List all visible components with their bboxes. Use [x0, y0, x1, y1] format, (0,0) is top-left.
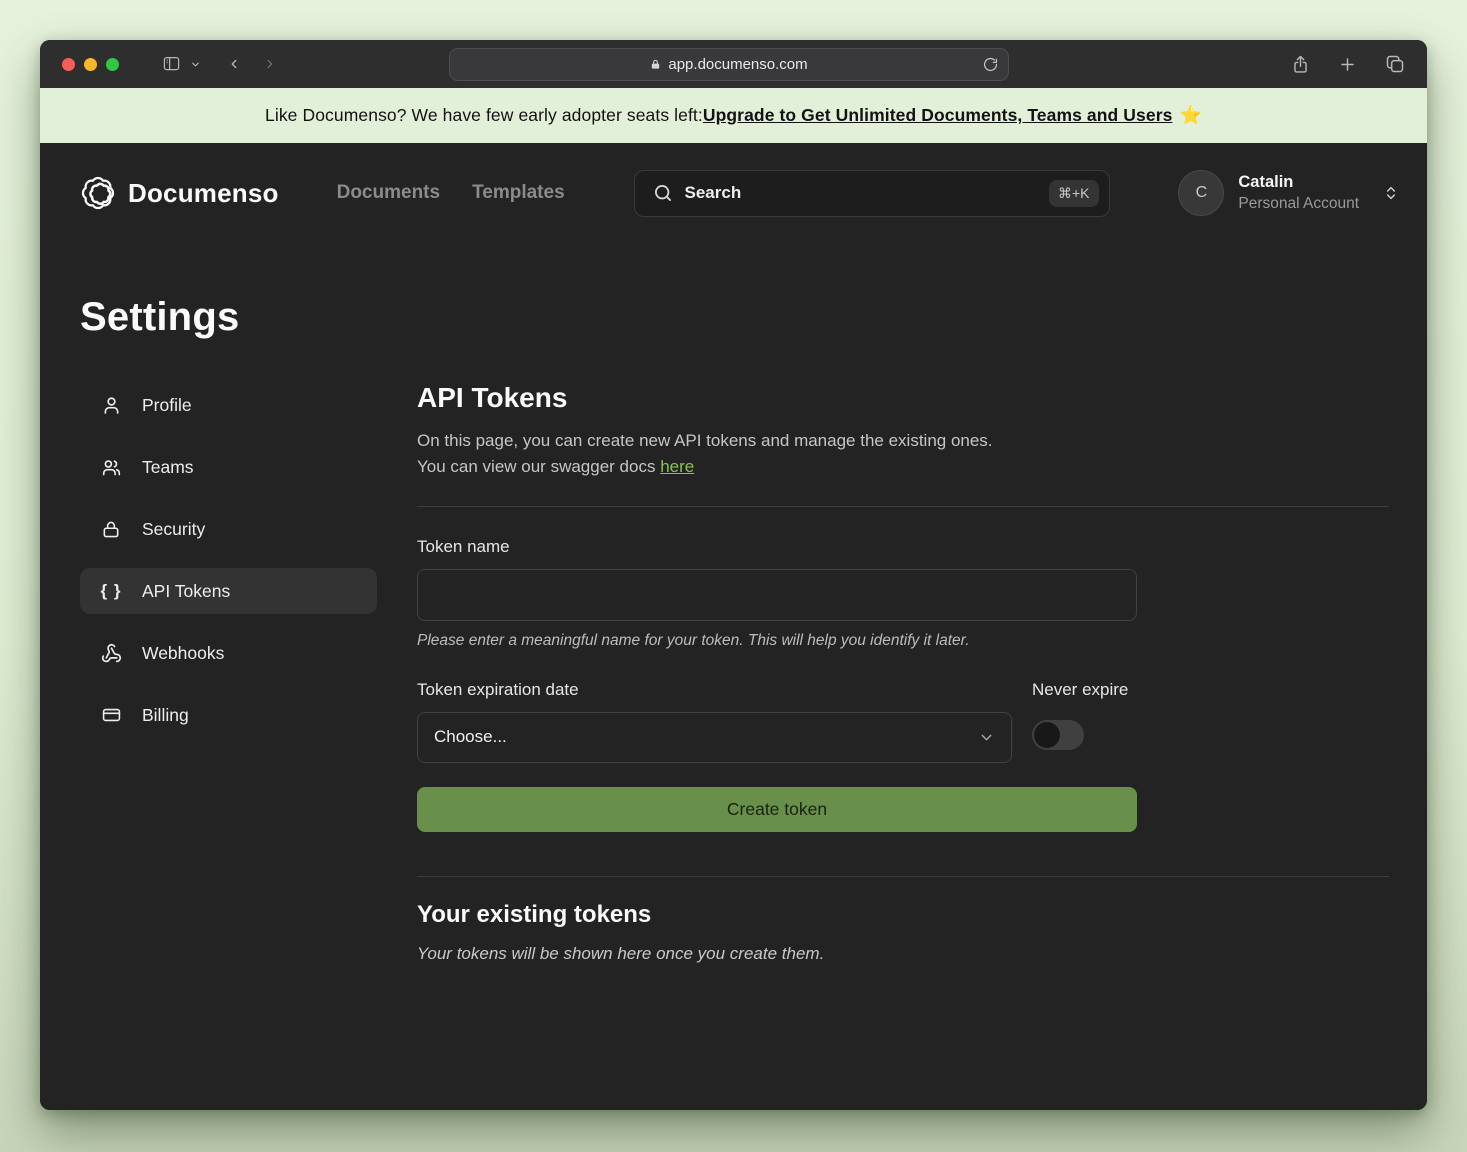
browser-toolbar: app.documenso.com	[40, 40, 1427, 88]
description-line1: On this page, you can create new API tok…	[417, 428, 1389, 454]
token-name-hint: Please enter a meaningful name for your …	[417, 632, 1137, 650]
app-header: Documenso Documents Templates Search ⌘+K…	[40, 143, 1427, 243]
divider	[417, 876, 1389, 877]
minimize-window-button[interactable]	[84, 58, 97, 71]
sidebar-item-security[interactable]: Security	[80, 506, 377, 552]
avatar: C	[1178, 170, 1224, 216]
zoom-window-button[interactable]	[106, 58, 119, 71]
toggle-knob	[1034, 722, 1060, 748]
account-type: Personal Account	[1238, 194, 1359, 214]
swagger-docs-link[interactable]: here	[660, 457, 694, 476]
traffic-lights	[62, 58, 119, 71]
token-name-label: Token name	[417, 537, 1137, 557]
description-line2: You can view our swagger docs	[417, 457, 660, 476]
search-icon	[653, 183, 673, 203]
sidebar-item-webhooks[interactable]: Webhooks	[80, 630, 377, 676]
nav-documents[interactable]: Documents	[337, 182, 440, 204]
webhook-icon	[100, 643, 122, 664]
reload-icon[interactable]	[983, 57, 998, 72]
promo-text: Like Documenso? We have few early adopte…	[265, 105, 703, 126]
sidebar-item-label: Webhooks	[142, 643, 224, 664]
lock-icon	[100, 519, 122, 540]
tab-overview-icon[interactable]	[1385, 54, 1405, 74]
credit-card-icon	[100, 705, 122, 725]
settings-sidebar: Profile Teams Security	[80, 382, 377, 964]
brand-name: Documenso	[128, 178, 279, 209]
existing-tokens-empty-text: Your tokens will be shown here once you …	[417, 944, 1389, 964]
close-window-button[interactable]	[62, 58, 75, 71]
chevrons-up-down-icon	[1383, 184, 1399, 202]
sidebar-item-label: Profile	[142, 395, 192, 416]
nav-templates[interactable]: Templates	[472, 182, 565, 204]
sidebar-toggle-icon[interactable]	[161, 55, 182, 73]
search-shortcut-badge: ⌘+K	[1049, 180, 1099, 207]
create-token-button[interactable]: Create token	[417, 787, 1137, 832]
account-menu[interactable]: C Catalin Personal Account	[1178, 170, 1399, 216]
star-icon: ⭐	[1179, 105, 1202, 126]
sidebar-item-billing[interactable]: Billing	[80, 692, 377, 738]
expiration-select[interactable]: Choose...	[417, 712, 1012, 763]
upgrade-link[interactable]: Upgrade to Get Unlimited Documents, Team…	[703, 105, 1173, 126]
existing-tokens-title: Your existing tokens	[417, 901, 1389, 929]
documenso-app: Documenso Documents Templates Search ⌘+K…	[40, 143, 1427, 1110]
toolbar-right-icons	[1291, 53, 1405, 75]
api-tokens-panel: API Tokens On this page, you can create …	[417, 382, 1389, 964]
url-text: app.documenso.com	[668, 56, 807, 73]
new-tab-icon[interactable]	[1338, 55, 1357, 74]
expiration-label: Token expiration date	[417, 680, 1012, 700]
brand[interactable]: Documenso	[80, 175, 279, 211]
promo-banner: Like Documenso? We have few early adopte…	[40, 88, 1427, 143]
sidebar-chevron-down-icon[interactable]	[190, 59, 201, 70]
search-placeholder: Search	[685, 183, 1037, 203]
sidebar-item-profile[interactable]: Profile	[80, 382, 377, 428]
back-button[interactable]	[227, 54, 241, 74]
sidebar-item-label: Security	[142, 519, 205, 540]
page-title: Settings	[80, 295, 1389, 340]
forward-button[interactable]	[263, 54, 277, 74]
sidebar-item-label: API Tokens	[142, 581, 230, 602]
never-expire-label: Never expire	[1032, 680, 1137, 700]
expiration-selected-value: Choose...	[434, 727, 978, 747]
sidebar-item-label: Teams	[142, 457, 194, 478]
token-name-input[interactable]	[417, 569, 1137, 621]
chevron-down-icon	[978, 729, 995, 746]
user-name: Catalin	[1238, 172, 1359, 193]
user-icon	[100, 395, 122, 416]
create-token-form: Token name Please enter a meaningful nam…	[417, 537, 1137, 832]
braces-icon: { }	[100, 581, 122, 601]
divider	[417, 506, 1389, 507]
address-bar[interactable]: app.documenso.com	[449, 48, 1009, 81]
section-title: API Tokens	[417, 382, 1389, 414]
sidebar-item-label: Billing	[142, 705, 189, 726]
sidebar-item-teams[interactable]: Teams	[80, 444, 377, 490]
settings-page: Settings Profile Teams	[40, 243, 1427, 1110]
browser-window: app.documenso.com Like Documenso? We hav…	[40, 40, 1427, 1110]
sidebar-item-api-tokens[interactable]: { } API Tokens	[80, 568, 377, 614]
never-expire-toggle[interactable]	[1032, 720, 1084, 750]
share-icon[interactable]	[1291, 53, 1310, 75]
top-nav: Documents Templates	[337, 182, 565, 204]
section-description: On this page, you can create new API tok…	[417, 428, 1389, 481]
lock-icon	[650, 58, 661, 71]
documenso-logo-icon	[80, 175, 116, 211]
users-icon	[100, 457, 122, 478]
search-input[interactable]: Search ⌘+K	[634, 170, 1110, 217]
